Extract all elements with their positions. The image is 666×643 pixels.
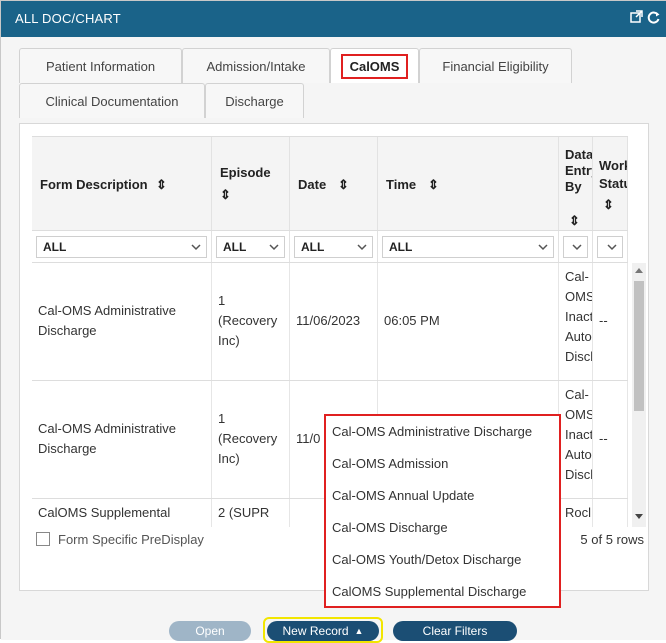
scroll-down-icon[interactable]: [635, 513, 643, 521]
open-button[interactable]: Open: [169, 621, 251, 641]
popout-icon[interactable]: [630, 9, 644, 25]
tab-caloms-label: CalOMS: [340, 53, 409, 79]
form-specific-predisplay-label: Form Specific PreDisplay: [58, 532, 204, 547]
scroll-up-icon[interactable]: [635, 266, 643, 274]
column-header-date[interactable]: Date ⇕: [290, 137, 378, 230]
tab-clinical-documentation[interactable]: Clinical Documentation: [19, 83, 205, 118]
column-header-data-entry-by[interactable]: Data Entry By ⇕: [559, 137, 593, 230]
chevron-down-icon: [607, 244, 617, 251]
window-titlebar: ALL DOC/CHART: [1, 1, 666, 37]
sort-icon: ⇕: [220, 187, 231, 202]
column-header-form-description[interactable]: Form Description ⇕: [32, 137, 212, 230]
tab-patient-information[interactable]: Patient Information: [19, 48, 182, 83]
row-count: 5 of 5 rows: [580, 532, 644, 547]
sort-icon: ⇕: [428, 177, 439, 192]
menu-item-cal-oms-youth-detox-discharge[interactable]: Cal-OMS Youth/Detox Discharge: [332, 544, 521, 576]
filter-form-description[interactable]: ALL: [36, 236, 207, 258]
caret-up-icon: ▲: [354, 626, 364, 636]
menu-item-cal-oms-admission[interactable]: Cal-OMS Admission: [332, 448, 448, 480]
form-specific-predisplay-checkbox[interactable]: [36, 532, 50, 546]
doc-chart-window: ALL DOC/CHART Patient Information Admiss…: [0, 0, 666, 643]
chevron-down-icon: [572, 244, 582, 251]
clear-filters-button[interactable]: Clear Filters: [393, 621, 517, 641]
filter-data-entry-by[interactable]: [563, 236, 588, 258]
menu-item-cal-oms-annual-update[interactable]: Cal-OMS Annual Update: [332, 480, 474, 512]
column-header-time[interactable]: Time ⇕: [378, 137, 559, 230]
tab-financial-eligibility[interactable]: Financial Eligibility: [419, 48, 572, 83]
grid-scrollbar[interactable]: [632, 263, 646, 527]
grid-header: Form Description ⇕ Episode ⇕ Date ⇕ Time…: [32, 136, 628, 231]
filter-date[interactable]: ALL: [294, 236, 373, 258]
tab-discharge[interactable]: Discharge: [205, 83, 304, 118]
tab-caloms[interactable]: CalOMS: [330, 48, 419, 83]
column-header-episode[interactable]: Episode ⇕: [212, 137, 290, 230]
filter-row: ALL ALL ALL ALL: [32, 231, 628, 263]
window-title: ALL DOC/CHART: [15, 11, 121, 26]
refresh-icon[interactable]: [647, 9, 661, 25]
filter-workflow-status[interactable]: [597, 236, 623, 258]
new-record-menu: Cal-OMS Administrative Discharge Cal-OMS…: [324, 414, 561, 608]
column-header-workflow-status[interactable]: Workflow Status ⇕: [593, 137, 628, 230]
menu-item-cal-oms-administrative-discharge[interactable]: Cal-OMS Administrative Discharge: [332, 416, 532, 448]
filter-time[interactable]: ALL: [382, 236, 554, 258]
tab-admission-intake[interactable]: Admission/Intake: [182, 48, 330, 83]
table-row[interactable]: Cal-OMS Administrative Discharge 1 (Reco…: [32, 263, 628, 381]
chevron-down-icon: [538, 244, 548, 251]
sort-icon: ⇕: [156, 177, 167, 192]
filter-episode[interactable]: ALL: [216, 236, 285, 258]
sort-icon: ⇕: [569, 213, 580, 228]
chevron-down-icon: [269, 244, 279, 251]
chevron-down-icon: [191, 244, 201, 251]
new-record-button[interactable]: New Record ▲: [267, 621, 379, 641]
menu-item-caloms-supplemental-discharge[interactable]: CalOMS Supplemental Discharge: [332, 576, 526, 608]
chevron-down-icon: [357, 244, 367, 251]
menu-item-cal-oms-discharge[interactable]: Cal-OMS Discharge: [332, 512, 448, 544]
scrollbar-thumb[interactable]: [634, 281, 644, 411]
sort-icon: ⇕: [603, 197, 614, 212]
sort-icon: ⇕: [338, 177, 349, 192]
